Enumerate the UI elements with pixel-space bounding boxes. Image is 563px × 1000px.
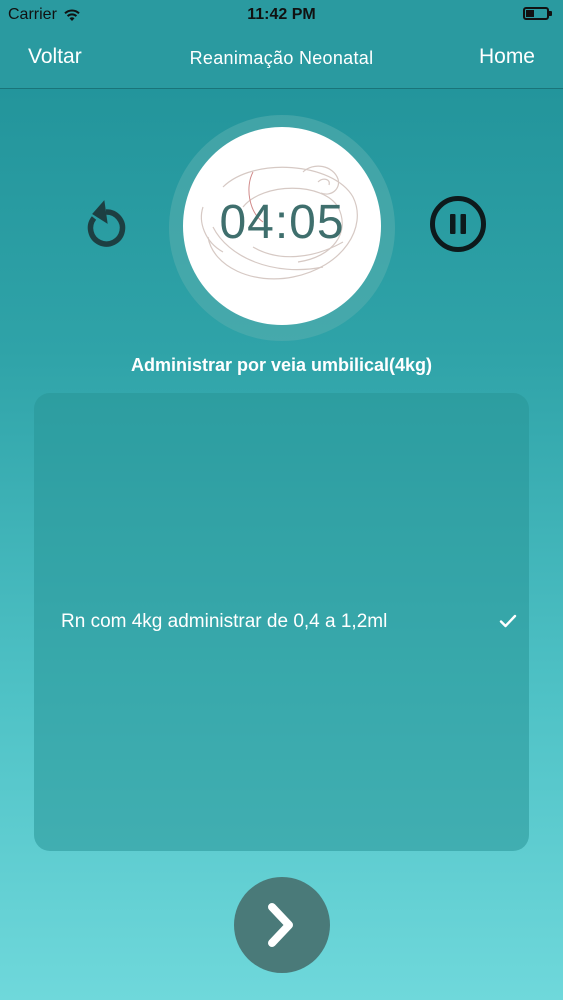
options-card: Rn com 4kg administrar de 0,4 a 1,2ml [34, 393, 529, 851]
checkmark-icon [499, 614, 517, 628]
reset-icon [87, 200, 126, 247]
option-row[interactable]: Rn com 4kg administrar de 0,4 a 1,2ml [34, 608, 529, 638]
option-label: Rn com 4kg administrar de 0,4 a 1,2ml [61, 611, 388, 632]
timer-face: 04:05 [183, 127, 381, 325]
screen: Carrier 11:42 PM Voltar Reanimação Neona… [0, 0, 563, 1000]
pause-button[interactable] [429, 195, 487, 253]
chevron-right-icon [268, 903, 293, 947]
instruction-text: Administrar por veia umbilical(4kg) [130, 355, 433, 375]
next-button[interactable] [234, 877, 330, 973]
reset-button[interactable] [78, 194, 134, 254]
navigation-bar: Voltar Reanimação Neonatal Home [0, 30, 563, 89]
home-button[interactable]: Home [479, 45, 535, 69]
pause-icon [430, 196, 486, 252]
timer-display: 04:05 [219, 196, 345, 249]
battery-icon [523, 7, 552, 20]
status-time: 11:42 PM [247, 6, 316, 23]
status-bar: Carrier 11:42 PM [0, 0, 563, 30]
